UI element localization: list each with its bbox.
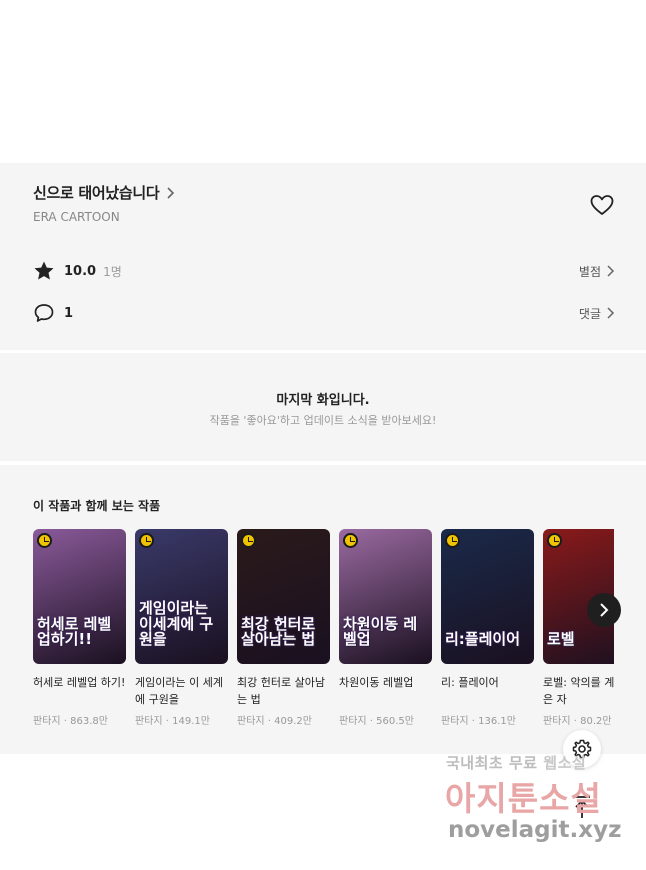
recommendation-card[interactable]: 차원이동 레벨업 차원이동 레벨업 판타지 · 560.5만: [339, 529, 432, 727]
site-watermark: 국내최초 무료 웹소설 아지툰소설 novelagit.xyz: [440, 752, 630, 852]
like-heart-icon[interactable]: [589, 193, 615, 217]
clock-badge-icon: [343, 533, 358, 548]
chevron-right-icon: [600, 603, 609, 617]
work-info-card: 신으로 태어났습니다 ERA CARTOON 10.0 1명 별점 1 댓글: [0, 163, 646, 350]
work-title-link[interactable]: 신으로 태어났습니다: [33, 182, 175, 203]
card-meta: 판타지 · 863.8만: [33, 716, 108, 727]
cover-thumbnail: 게임이라는 이세계에 구원을: [135, 529, 228, 664]
cover-title-art: 차원이동 레벨업: [343, 614, 418, 649]
clock-badge-icon: [37, 533, 52, 548]
recommendation-card[interactable]: 게임이라는 이세계에 구원을 게임이라는 이 세계에 구원을 판타지 · 149…: [135, 529, 228, 727]
last-episode-notice: 마지막 화입니다. 작품을 '좋아요'하고 업데이트 소식을 받아보세요!: [0, 353, 646, 461]
cover-title-art: 리:플레이어: [445, 630, 520, 649]
comment-row: 1 댓글: [33, 301, 615, 325]
recommendation-card[interactable]: 로벨 로벨: 악의를 계승받은 자 판타지 · 80.2만: [543, 529, 614, 727]
clock-badge-icon: [445, 533, 460, 548]
recommendations-section: 이 작품과 함께 보는 작품 허세로 레벨업하기!! 허세로 레벨업 하기! 판…: [0, 465, 646, 754]
cover-thumbnail: 최강 헌터로 살아남는 법: [237, 529, 330, 664]
work-title: 신으로 태어났습니다: [33, 184, 160, 202]
card-title: 최강 헌터로 살아남는 법: [237, 676, 325, 706]
comment-link[interactable]: 댓글: [579, 305, 615, 322]
last-episode-title: 마지막 화입니다.: [276, 393, 370, 408]
rating-row: 10.0 1명 별점: [33, 259, 615, 283]
card-meta: 판타지 · 560.5만: [339, 716, 414, 727]
rating-link-label: 별점: [578, 264, 601, 279]
clock-badge-icon: [139, 533, 154, 548]
settings-button[interactable]: [563, 730, 601, 768]
card-meta: 판타지 · 136.1만: [441, 716, 516, 727]
work-author: ERA CARTOON: [33, 210, 120, 224]
scroll-to-top-icon[interactable]: [568, 793, 596, 821]
speech-bubble-icon: [34, 304, 54, 322]
rating-count: 1명: [103, 264, 122, 279]
clock-badge-icon: [547, 533, 562, 548]
cover-title-art: 허세로 레벨업하기!!: [37, 614, 112, 649]
recommendation-card[interactable]: 허세로 레벨업하기!! 허세로 레벨업 하기! 판타지 · 863.8만: [33, 529, 126, 727]
recommendation-card[interactable]: 최강 헌터로 살아남는 법 최강 헌터로 살아남는 법 판타지 · 409.2만: [237, 529, 330, 727]
comment-count: 1: [64, 305, 74, 321]
card-meta: 판타지 · 149.1만: [135, 716, 210, 727]
card-title: 허세로 레벨업 하기!: [33, 676, 126, 689]
chevron-right-icon: [607, 265, 615, 277]
rating-score: 10.0: [64, 263, 97, 279]
star-icon: [34, 261, 54, 280]
card-title: 게임이라는 이 세계에 구원을: [135, 676, 223, 706]
recommendation-card[interactable]: 리:플레이어 리: 플레이어 판타지 · 136.1만: [441, 529, 534, 727]
top-blank-area: [0, 0, 646, 163]
last-episode-subtitle: 작품을 '좋아요'하고 업데이트 소식을 받아보세요!: [209, 414, 437, 427]
cover-title-art: 최강 헌터로 살아남는 법: [241, 614, 316, 649]
card-meta: 판타지 · 409.2만: [237, 716, 312, 727]
comment-link-label: 댓글: [578, 306, 601, 321]
carousel-next-button[interactable]: [587, 593, 621, 627]
clock-badge-icon: [241, 533, 256, 548]
gear-icon: [572, 739, 592, 759]
cover-thumbnail: 차원이동 레벨업: [339, 529, 432, 664]
recommendations-heading: 이 작품과 함께 보는 작품: [33, 499, 161, 513]
cover-title-art: 로벨: [547, 630, 575, 649]
rating-link[interactable]: 별점: [579, 263, 615, 280]
cover-thumbnail: 허세로 레벨업하기!!: [33, 529, 126, 664]
card-title: 로벨: 악의를 계승받은 자: [543, 676, 614, 706]
card-title: 리: 플레이어: [441, 676, 499, 689]
chevron-right-icon: [607, 307, 615, 319]
cover-title-art: 게임이라는 이세계에 구원을: [139, 598, 214, 649]
card-meta: 판타지 · 80.2만: [543, 716, 612, 727]
chevron-right-icon: [167, 186, 175, 199]
card-title: 차원이동 레벨업: [339, 676, 414, 689]
cover-thumbnail: 리:플레이어: [441, 529, 534, 664]
recommendations-carousel: 허세로 레벨업하기!! 허세로 레벨업 하기! 판타지 · 863.8만 게임이…: [33, 529, 614, 739]
